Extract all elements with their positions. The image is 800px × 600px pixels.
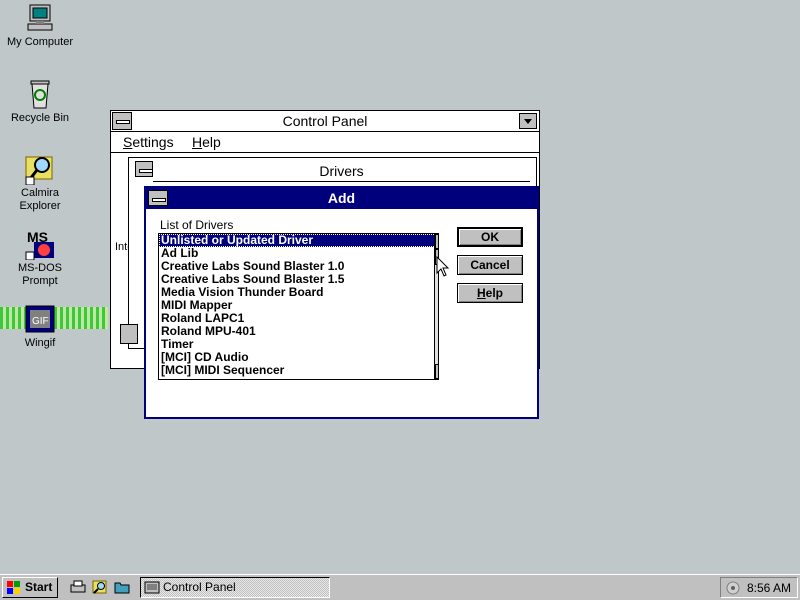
my-computer-label: My Computer: [6, 36, 74, 48]
ms-dos-icon: MS: [25, 229, 54, 260]
magnifier-icon: [25, 156, 53, 185]
calmira-explorer-shortcut[interactable]: Calmira Explorer: [0, 153, 80, 213]
wingif-label: Wingif: [24, 337, 56, 349]
cancel-button[interactable]: Cancel: [457, 255, 523, 275]
driver-list-item[interactable]: Roland MPU-401: [159, 325, 438, 338]
calmira-explorer-label: Calmira Explorer: [19, 187, 61, 212]
scroll-down-arrow-icon[interactable]: ▼: [435, 364, 438, 379]
wingif-icon: GIF: [25, 305, 55, 333]
drivers-system-menu-button[interactable]: [135, 161, 153, 177]
mouse-pointer-icon: [436, 256, 450, 277]
svg-text:GIF: GIF: [32, 316, 49, 327]
wingif-shortcut[interactable]: GIF Wingif: [0, 303, 80, 350]
recycle-bin-icon: [30, 80, 50, 109]
drivers-listbox[interactable]: Unlisted or Updated Driver Ad Lib Creative…: [158, 233, 439, 380]
driver-list-item[interactable]: Unlisted or Updated Driver: [159, 234, 438, 247]
scroll-up-arrow-icon[interactable]: ▲: [435, 234, 438, 249]
drivers-titlebar[interactable]: Drivers: [153, 162, 530, 182]
add-dialog-system-menu-button[interactable]: [148, 190, 168, 206]
clock[interactable]: 8:56 AM: [747, 581, 791, 595]
quick-launch: [64, 578, 136, 598]
drivers-title: Drivers: [319, 163, 364, 179]
taskbar: Start Control Panel 8:56 AM: [0, 574, 800, 600]
add-driver-dialog: Add List of Drivers Unlisted or Updated …: [144, 186, 539, 419]
control-panel-minimize-button[interactable]: [519, 113, 537, 129]
recycle-bin-label: Recycle Bin: [10, 112, 70, 124]
windows-logo-icon: [7, 581, 20, 594]
help-button[interactable]: Help: [457, 283, 523, 303]
folder-icon[interactable]: [114, 579, 130, 595]
printer-icon[interactable]: [70, 579, 86, 595]
system-tray: 8:56 AM: [720, 577, 798, 598]
control-panel-menubar: Settings Help: [111, 132, 539, 153]
add-dialog-titlebar[interactable]: Add: [146, 188, 537, 209]
ms-dos-prompt-label: MS-DOS Prompt: [18, 262, 62, 287]
control-panel-titlebar[interactable]: Control Panel: [111, 111, 539, 132]
search-icon[interactable]: [92, 579, 108, 595]
list-of-drivers-label: List of Drivers: [160, 218, 234, 232]
computer-icon: [27, 4, 53, 31]
drivers-scrollbar-stub[interactable]: [120, 324, 138, 344]
start-button[interactable]: Start: [2, 577, 58, 598]
driver-list-item[interactable]: [MCI] MIDI Sequencer: [159, 364, 438, 377]
start-label: Start: [25, 580, 53, 594]
control-panel-system-menu-button[interactable]: [112, 112, 132, 130]
menu-settings[interactable]: Settings: [123, 134, 174, 150]
control-panel-icon: [144, 581, 160, 594]
control-panel-title: Control Panel: [282, 113, 368, 129]
add-dialog-title: Add: [327, 190, 356, 206]
taskbar-control-panel-button[interactable]: Control Panel: [140, 577, 330, 598]
my-computer-shortcut[interactable]: My Computer: [0, 2, 80, 49]
taskbar-control-panel-label: Control Panel: [163, 580, 236, 594]
ok-button[interactable]: OK: [457, 227, 523, 247]
speaker-icon[interactable]: [725, 580, 741, 596]
menu-help[interactable]: Help: [192, 134, 221, 150]
ms-dos-prompt-shortcut[interactable]: MS MS-DOS Prompt: [0, 228, 80, 288]
recycle-bin-shortcut[interactable]: Recycle Bin: [0, 78, 80, 125]
